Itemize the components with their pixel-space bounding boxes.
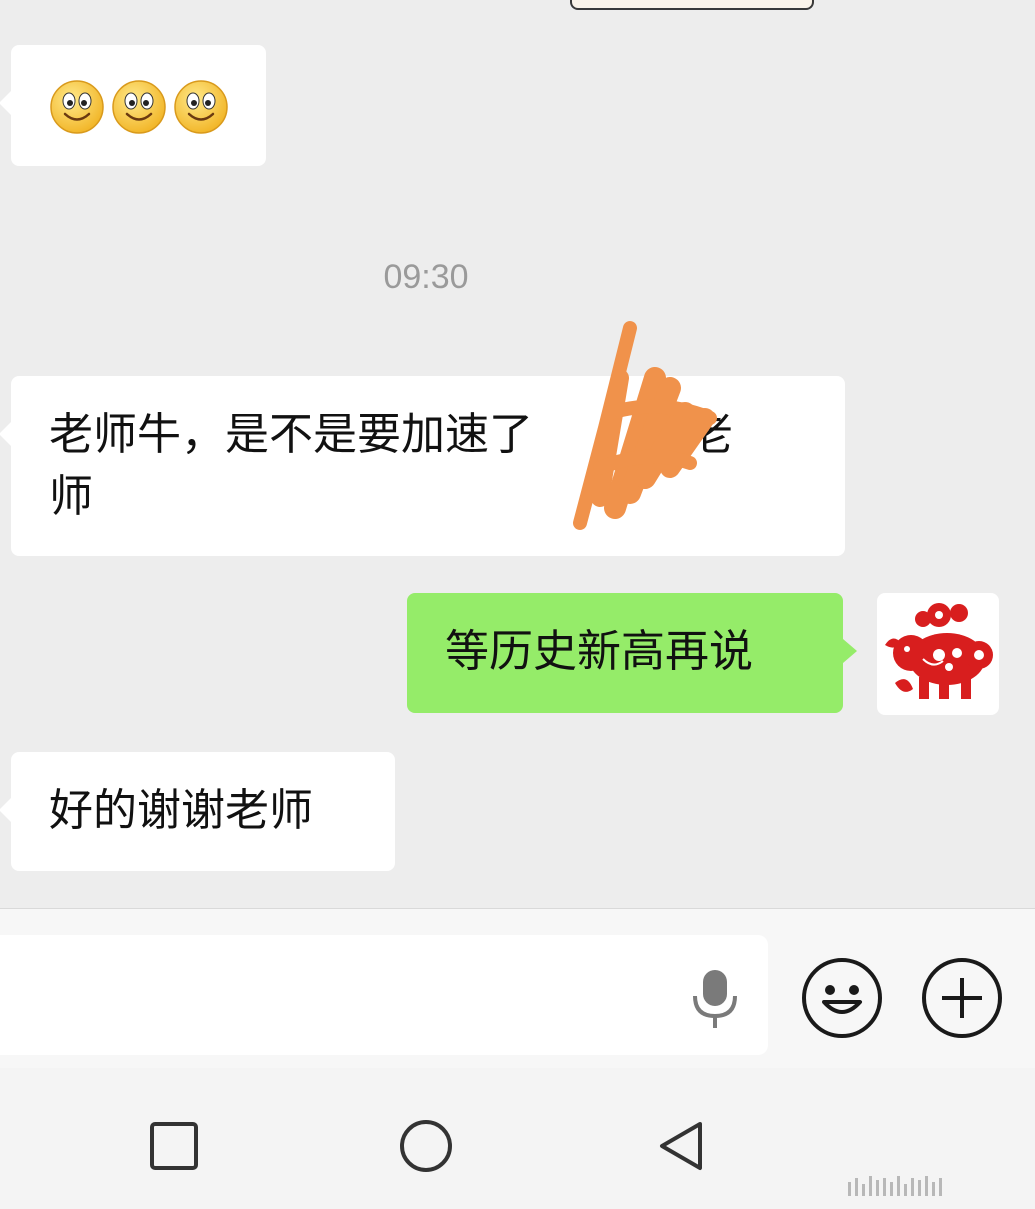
message-text: 等历史新高再说 [445, 626, 753, 677]
smiley-icon [112, 80, 166, 134]
paper-cut-pig-avatar [885, 603, 993, 699]
plus-icon[interactable] [920, 956, 1004, 1040]
microphone-icon[interactable] [688, 966, 742, 1030]
incoming-message-bubble[interactable]: 好的谢谢老师 [0, 752, 395, 871]
back-icon[interactable] [654, 1118, 706, 1174]
avatar[interactable] [877, 593, 999, 715]
system-navigation-bar [0, 1068, 1035, 1209]
watermark-marks [848, 1176, 1028, 1200]
previous-image-message[interactable] [570, 0, 814, 10]
outgoing-message-bubble[interactable]: 等历史新高再说 [407, 593, 857, 713]
message-input[interactable] [0, 935, 768, 1055]
incoming-message-bubble[interactable]: 老师牛，是不是要加速了 、老 师 [0, 376, 845, 556]
message-text: 老师牛，是不是要加速了 、老 师 [49, 409, 733, 522]
message-timestamp: 09:30 [383, 258, 469, 296]
smiley-icon [174, 80, 228, 134]
recent-apps-icon[interactable] [148, 1120, 200, 1172]
message-text: 好的谢谢老师 [49, 785, 313, 836]
home-icon[interactable] [398, 1118, 454, 1174]
smiley-icon [50, 80, 104, 134]
emoji-message-bubble[interactable] [0, 45, 266, 166]
chat-history[interactable]: 09:30 老师牛，是不是要加速了 、老 师 等历史新高再说 好的谢谢老师 [0, 0, 1035, 908]
emoji-icon[interactable] [800, 956, 884, 1040]
